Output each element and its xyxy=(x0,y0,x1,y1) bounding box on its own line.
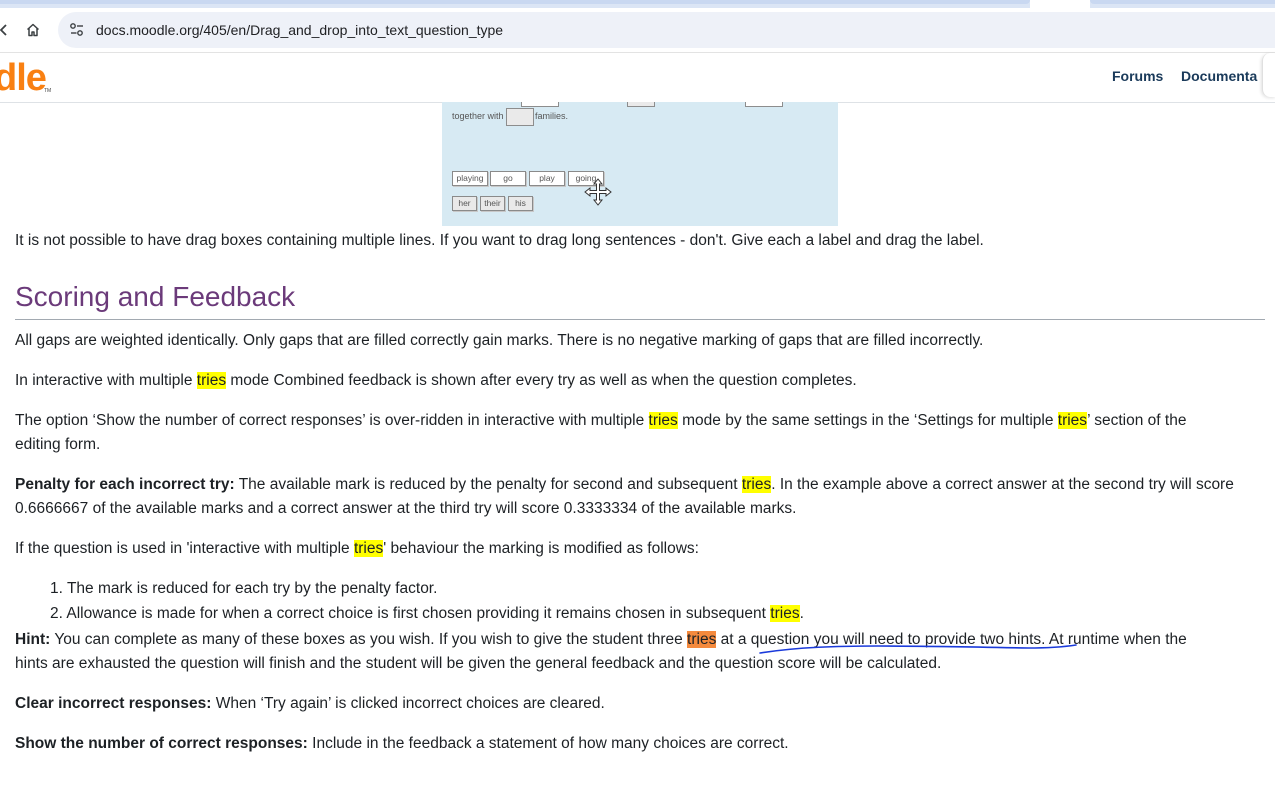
url-text[interactable]: docs.moodle.org/405/en/Drag_and_drop_int… xyxy=(96,22,503,38)
list-item: 2. Allowance is made for when a correct … xyxy=(50,605,804,622)
tab-strip xyxy=(0,0,1275,8)
clear-paragraph: Clear incorrect responses: When ‘Try aga… xyxy=(15,695,605,712)
example-text: together with xyxy=(452,111,504,121)
drag-chip: playing xyxy=(452,171,488,186)
active-search-highlight: tries xyxy=(687,631,717,648)
logo-trademark: TM xyxy=(44,88,52,94)
header-overflow-panel[interactable] xyxy=(1262,53,1275,97)
address-bar[interactable]: docs.moodle.org/405/en/Drag_and_drop_int… xyxy=(58,12,1275,48)
search-highlight: tries xyxy=(1057,412,1088,429)
drag-chip: his xyxy=(508,196,533,211)
nav-forums[interactable]: Forums xyxy=(1112,68,1163,84)
drag-chip: play xyxy=(529,171,565,186)
question-example-image: together with families. playing go play … xyxy=(442,102,838,226)
section-heading: Scoring and Feedback xyxy=(15,281,296,312)
penalty-paragraph: Penalty for each incorrect try: The avai… xyxy=(15,476,1234,517)
search-highlight: tries xyxy=(648,412,678,429)
moodle-logo[interactable]: dle xyxy=(0,57,47,100)
back-icon[interactable] xyxy=(0,18,16,42)
search-highlight: tries xyxy=(196,372,227,389)
drop-gap xyxy=(506,108,534,126)
active-tab[interactable] xyxy=(1030,0,1090,8)
browser-toolbar: docs.moodle.org/405/en/Drag_and_drop_int… xyxy=(0,8,1275,53)
search-highlight: tries xyxy=(770,605,800,622)
site-info-icon[interactable] xyxy=(68,21,86,39)
drop-gap xyxy=(521,102,559,107)
list-item: 1. The mark is reduced for each try by t… xyxy=(50,580,438,597)
nav-documentation[interactable]: Documenta xyxy=(1181,68,1257,84)
pen-annotation xyxy=(759,644,1077,654)
search-highlight: tries xyxy=(353,540,384,557)
combined-feedback-paragraph: In interactive with multiple tries mode … xyxy=(15,372,857,389)
scoring-paragraph: All gaps are weighted identically. Only … xyxy=(15,332,984,349)
inactive-tab[interactable] xyxy=(1090,0,1275,4)
show-paragraph: Show the number of correct responses: In… xyxy=(15,735,789,752)
intro-paragraph: It is not possible to have drag boxes co… xyxy=(15,232,984,249)
drag-chip: her xyxy=(452,196,477,211)
search-highlight: tries xyxy=(741,476,772,493)
inactive-tab[interactable] xyxy=(0,0,1030,4)
site-header: dle TM Forums Documenta xyxy=(0,53,1275,103)
option-paragraph: The option ‘Show the number of correct r… xyxy=(15,412,1187,453)
home-icon[interactable] xyxy=(21,18,45,42)
drag-chip: go xyxy=(490,171,526,186)
drop-gap xyxy=(745,102,783,107)
example-text: families. xyxy=(535,111,569,121)
heading-divider xyxy=(15,319,1265,320)
move-cursor-icon xyxy=(584,178,612,206)
behaviour-paragraph: If the question is used in 'interactive … xyxy=(15,540,699,557)
drag-chip: their xyxy=(480,196,505,211)
drop-gap xyxy=(627,102,655,107)
